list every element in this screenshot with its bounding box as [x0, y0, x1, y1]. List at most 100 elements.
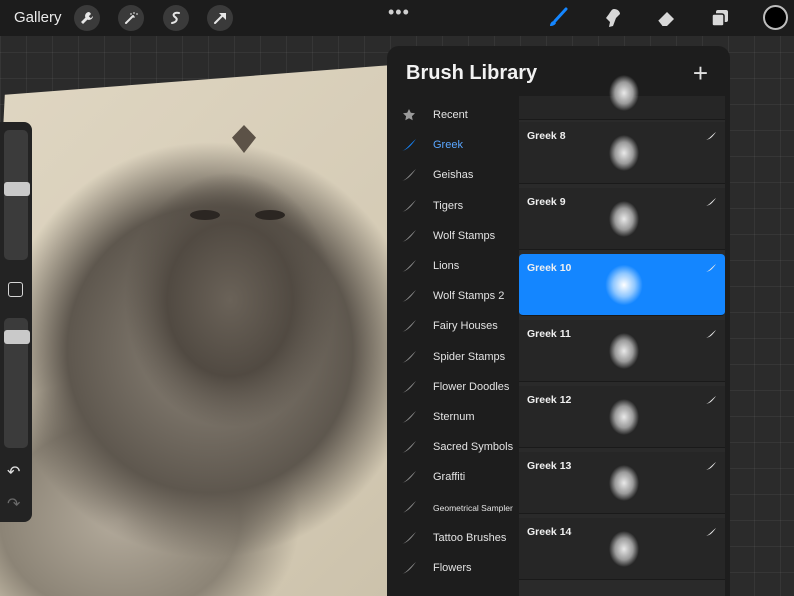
modify-button[interactable]	[8, 282, 23, 297]
brush-stroke-icon	[401, 380, 417, 394]
wrench-icon[interactable]	[74, 5, 100, 31]
brush-set-label: Graffiti	[433, 471, 466, 484]
color-picker-swatch[interactable]	[763, 5, 788, 30]
add-brush-set-button[interactable]: +	[693, 58, 708, 89]
brush-card[interactable]: Greek 14	[519, 518, 725, 580]
brush-set-item[interactable]: Recent	[387, 100, 519, 130]
brush-preview	[597, 258, 651, 312]
brush-set-label: Wolf Stamps 2	[433, 290, 505, 303]
brush-set-item[interactable]: Graffiti	[387, 462, 519, 492]
brush-library-panel: Brush Library + Recent Greek Geishas Tigers…	[387, 46, 730, 596]
brush-name: Greek 10	[527, 262, 572, 274]
brush-type-icon	[705, 326, 717, 338]
brush-stroke-icon	[401, 500, 417, 514]
left-sidebar: ↶ ↷	[0, 122, 32, 522]
redo-icon[interactable]: ↷	[7, 494, 20, 514]
brush-preview	[597, 126, 651, 180]
brush-stroke-icon	[401, 199, 417, 213]
brush-set-label: Sacred Symbols	[433, 441, 514, 454]
brush-set-item[interactable]: Flowers	[387, 553, 519, 583]
brush-set-item[interactable]: Tigers	[387, 191, 519, 221]
brush-card-partial[interactable]	[519, 66, 725, 120]
brush-set-item[interactable]: Flower Doodles	[387, 372, 519, 402]
undo-icon[interactable]: ↶	[7, 462, 20, 482]
brush-set-item[interactable]: Geometrical Sampler	[387, 492, 519, 522]
brush-set-label: Lions	[433, 260, 460, 273]
brush-preview	[597, 456, 651, 510]
brush-set-item[interactable]: Wolf Stamps 2	[387, 281, 519, 311]
brush-stroke-icon	[401, 319, 417, 333]
brush-card[interactable]: Greek 13	[519, 452, 725, 514]
more-options-icon[interactable]: •••	[388, 2, 410, 23]
brush-set-label: Flowers	[433, 561, 472, 574]
brush-stroke-icon	[401, 410, 417, 424]
brush-preview	[597, 192, 651, 246]
brush-set-label: Spider Stamps	[433, 350, 506, 363]
brush-type-icon	[705, 458, 717, 470]
brush-set-label: Geometrical Sampler	[433, 502, 513, 513]
brush-size-thumb[interactable]	[4, 182, 30, 197]
brushes-list: Greek 8 Greek 9 Greek 10 Greek 11 Greek 12 Gr…	[519, 66, 725, 596]
forehead-emblem	[232, 125, 256, 153]
brush-set-item[interactable]: Lions	[387, 251, 519, 281]
artwork-eye-left	[190, 210, 220, 220]
brush-set-label: Fairy Houses	[433, 320, 498, 333]
brush-set-item[interactable]: Spider Stamps	[387, 342, 519, 372]
brush-card[interactable]: Greek 10	[519, 254, 725, 316]
opacity-thumb[interactable]	[4, 329, 30, 344]
brush-icon[interactable]	[545, 5, 571, 31]
brush-stroke-icon	[401, 531, 417, 545]
brush-set-label: Tattoo Brushes	[433, 531, 507, 544]
eraser-icon[interactable]	[653, 5, 679, 31]
transform-icon[interactable]	[207, 5, 233, 31]
brush-type-icon	[705, 392, 717, 404]
brush-preview	[597, 66, 651, 120]
brush-name: Greek 12	[527, 394, 572, 406]
brush-set-label: Recent	[433, 109, 468, 122]
brush-set-label: Sternum	[433, 410, 475, 423]
brush-card[interactable]: Greek 8	[519, 122, 725, 184]
brush-set-item[interactable]: Sacred Symbols	[387, 432, 519, 462]
brush-type-icon	[705, 260, 717, 272]
brush-name: Greek 8	[527, 130, 566, 142]
brush-stroke-icon	[401, 229, 417, 243]
brush-stroke-icon	[401, 259, 417, 273]
brush-stroke-icon	[401, 470, 417, 484]
brush-type-icon	[705, 194, 717, 206]
brush-stroke-icon	[401, 289, 417, 303]
brush-set-label: Geishas	[433, 169, 474, 182]
layers-icon[interactable]	[707, 5, 733, 31]
brush-name: Greek 11	[527, 328, 571, 340]
brush-preview	[597, 390, 651, 444]
brush-sets-list: Recent Greek Geishas Tigers Wolf Stamps Lions…	[387, 100, 519, 583]
brush-type-icon	[705, 128, 717, 140]
brush-name: Greek 13	[527, 460, 572, 472]
brush-set-label: Greek	[433, 139, 463, 152]
brush-stroke-icon	[401, 168, 417, 182]
brush-set-label: Wolf Stamps	[433, 229, 496, 242]
brush-preview	[597, 522, 651, 576]
brush-set-item[interactable]: Sternum	[387, 402, 519, 432]
brush-card[interactable]: Greek 11	[519, 320, 725, 382]
brush-set-label: Flower Doodles	[433, 380, 510, 393]
brush-set-item[interactable]: Greek	[387, 130, 519, 160]
brush-card[interactable]: Greek 9	[519, 188, 725, 250]
brush-set-item[interactable]: Geishas	[387, 160, 519, 190]
smudge-icon[interactable]	[600, 5, 626, 31]
brush-set-item[interactable]: Tattoo Brushes	[387, 523, 519, 553]
brush-set-label: Tigers	[433, 199, 464, 212]
selection-icon[interactable]	[163, 5, 189, 31]
magic-wand-icon[interactable]	[118, 5, 144, 31]
brush-card[interactable]: Greek 12	[519, 386, 725, 448]
brush-preview	[597, 324, 651, 378]
brush-set-item[interactable]: Fairy Houses	[387, 311, 519, 341]
brush-library-title: Brush Library	[406, 62, 538, 84]
artwork-eye-right	[255, 210, 285, 220]
brush-name: Greek 9	[527, 196, 566, 208]
star-icon	[401, 108, 417, 122]
brush-stroke-icon	[401, 440, 417, 454]
brush-name: Greek 14	[527, 526, 572, 538]
gallery-button[interactable]: Gallery	[14, 9, 62, 26]
brush-set-item[interactable]: Wolf Stamps	[387, 221, 519, 251]
brush-stroke-icon	[401, 138, 417, 152]
